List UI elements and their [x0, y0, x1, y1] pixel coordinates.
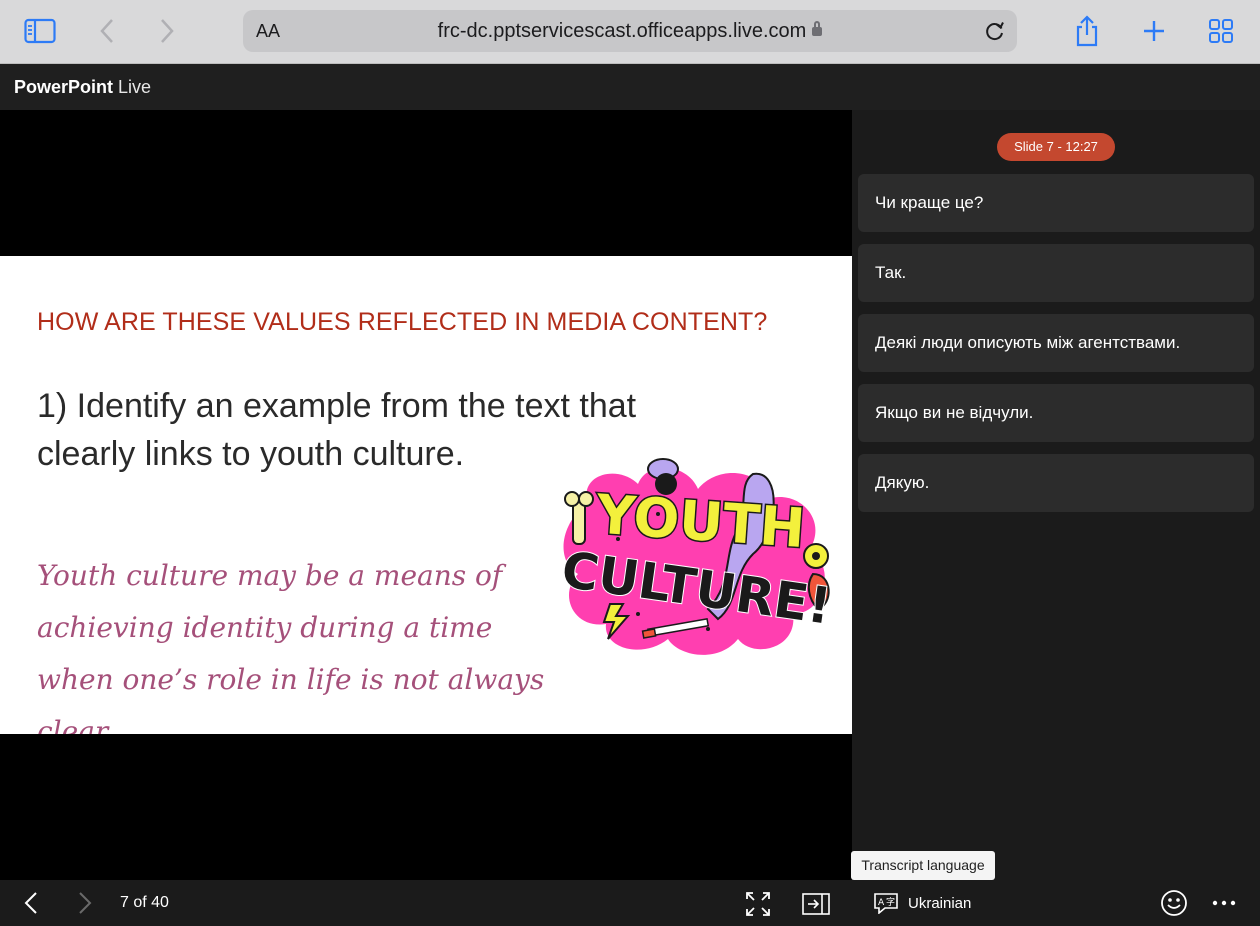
svg-text:A: A	[878, 898, 885, 908]
slide-quote: Youth culture may be a means of achievin…	[37, 559, 545, 734]
reactions-button[interactable]	[1159, 888, 1189, 918]
new-tab-icon[interactable]	[1137, 14, 1171, 48]
tabs-overview-icon[interactable]	[1204, 14, 1238, 48]
translate-icon[interactable]: A字	[872, 891, 900, 915]
transcript-item: Дякую.	[858, 454, 1254, 512]
address-bar[interactable]: AA frc-dc.pptservicescast.officeapps.liv…	[243, 10, 1017, 52]
fullscreen-button[interactable]	[744, 890, 772, 918]
fullscreen-icon	[746, 892, 770, 916]
slide-heading: HOW ARE THESE VALUES REFLECTED IN MEDIA …	[37, 308, 768, 336]
app-header: PowerPoint Live	[0, 64, 1260, 110]
page-indicator: 7 of 40	[120, 894, 169, 911]
url-display[interactable]: frc-dc.pptservicescast.officeapps.live.c…	[243, 20, 1017, 43]
transcript-item: Чи краще це?	[858, 174, 1254, 232]
share-icon[interactable]	[1070, 14, 1104, 48]
slide-stage: HOW ARE THESE VALUES REFLECTED IN MEDIA …	[0, 110, 852, 880]
transcript-panel: Slide 7 - 12:27 Чи краще це? Так. Деякі …	[852, 110, 1260, 880]
toggle-panel-button[interactable]	[801, 890, 831, 918]
browser-toolbar: AA frc-dc.pptservicescast.officeapps.liv…	[0, 0, 1260, 64]
transcript-item: Деякі люди описують між агентствами.	[858, 314, 1254, 372]
slide: HOW ARE THESE VALUES REFLECTED IN MEDIA …	[0, 256, 852, 734]
transcript-language-button[interactable]: Ukrainian	[908, 895, 971, 912]
svg-text:字: 字	[886, 896, 895, 908]
transcript-item: Так.	[858, 244, 1254, 302]
transcript-item: Якщо ви не відчули.	[858, 384, 1254, 442]
youth-culture-sticker: YOUTH CULTURE!	[557, 458, 836, 655]
reload-icon[interactable]	[983, 19, 1007, 43]
app-title: PowerPoint Live	[14, 77, 151, 98]
more-options-button[interactable]	[1210, 890, 1238, 916]
ellipsis-icon	[1212, 900, 1236, 906]
lock-icon	[812, 21, 823, 36]
sidebar-icon[interactable]	[23, 14, 57, 48]
previous-slide-button[interactable]	[18, 890, 44, 916]
back-icon[interactable]	[90, 14, 124, 48]
app-brand-light: Live	[118, 77, 152, 97]
forward-icon[interactable]	[150, 14, 184, 48]
url-text: frc-dc.pptservicescast.officeapps.live.c…	[437, 20, 807, 42]
next-slide-button[interactable]	[72, 890, 98, 916]
panel-collapse-icon	[802, 893, 830, 915]
transcript-language-tooltip: Transcript language	[851, 851, 995, 887]
app-brand-bold: PowerPoint	[14, 77, 114, 97]
chevron-right-icon	[79, 892, 92, 914]
chevron-left-icon	[24, 892, 37, 914]
smiley-icon	[1161, 890, 1187, 916]
slide-time-badge: Slide 7 - 12:27	[997, 133, 1115, 161]
bottom-toolbar: 7 of 40 A字 Ukrainian	[0, 880, 1260, 926]
